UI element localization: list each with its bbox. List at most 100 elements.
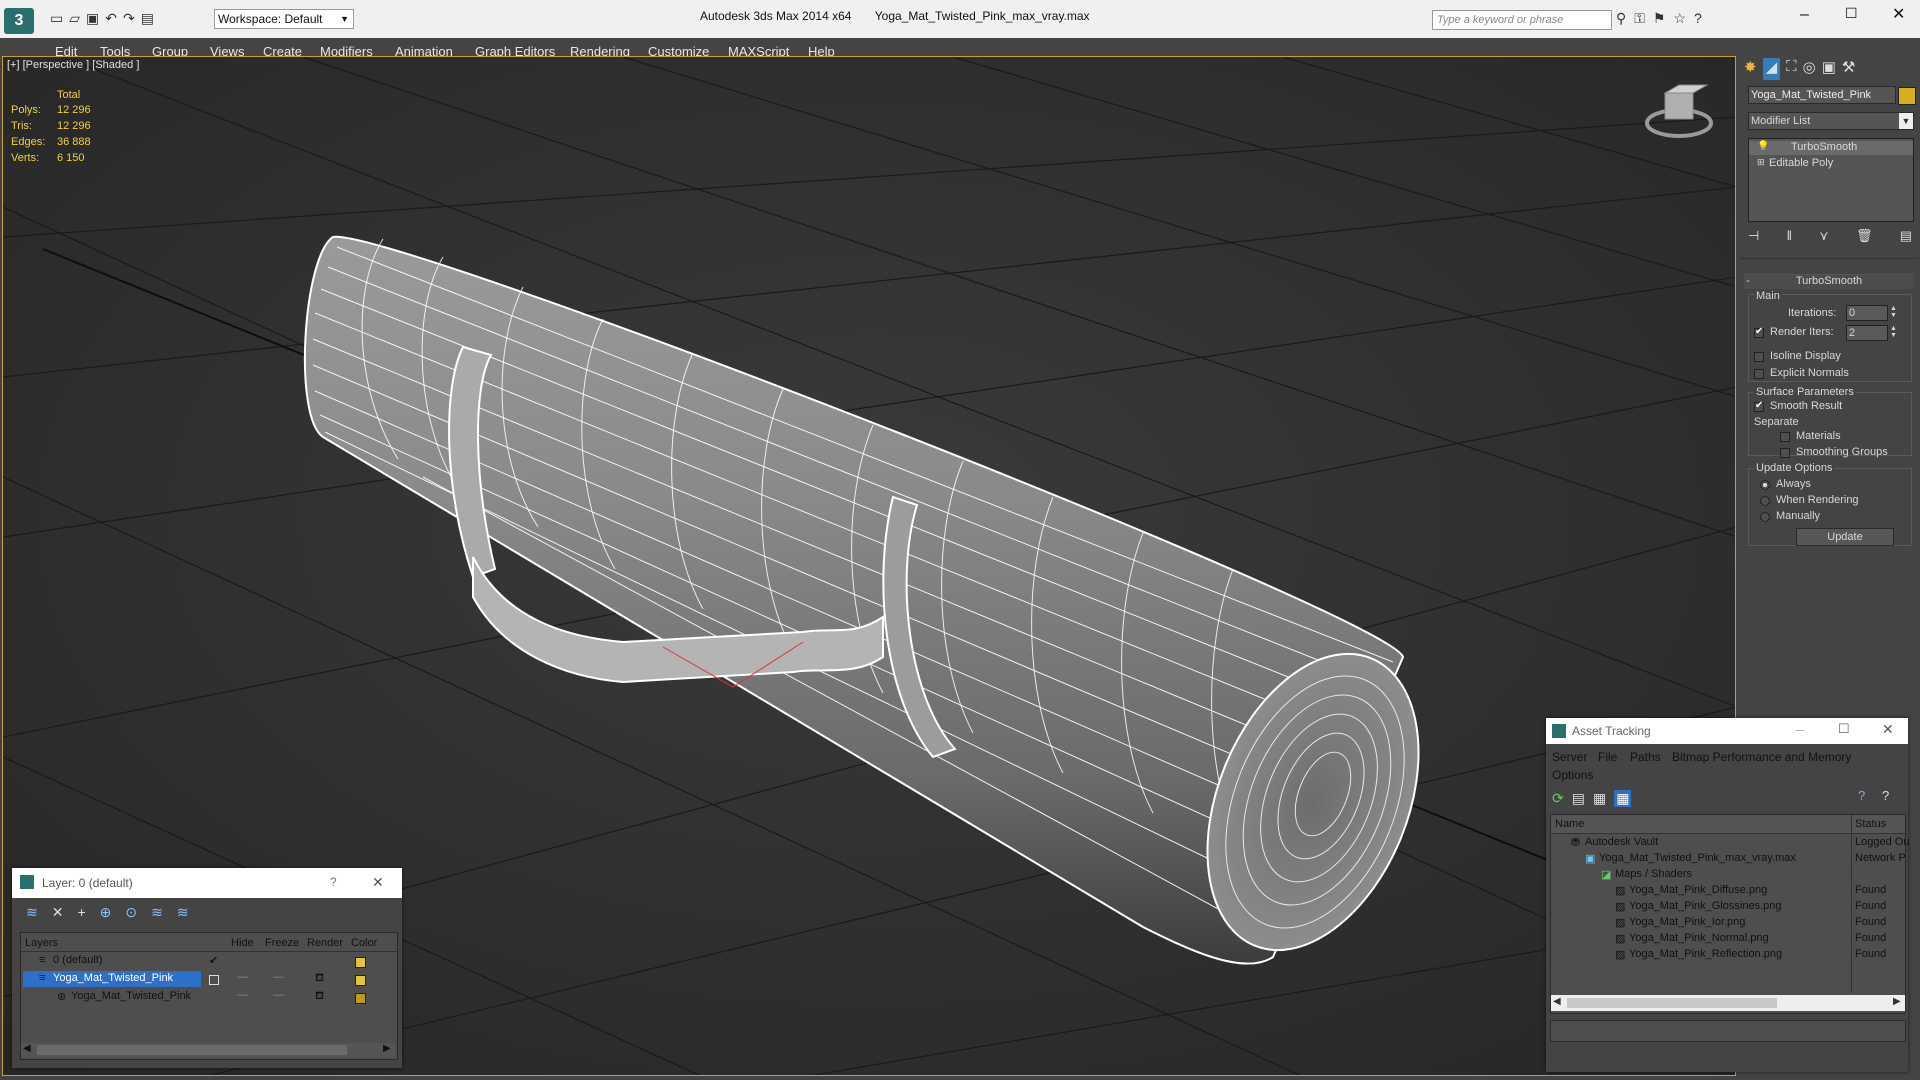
menu-file[interactable]: File <box>1598 750 1617 764</box>
column-name[interactable]: Name <box>1555 818 1584 830</box>
render-iters-spinner[interactable]: 2 <box>1846 325 1888 341</box>
menu-paths[interactable]: Paths <box>1630 750 1661 764</box>
hide-toggle[interactable]: — <box>237 989 248 1001</box>
smooth-result-checkbox[interactable] <box>1754 400 1764 412</box>
tree-view-icon[interactable]: ▦ <box>1593 790 1606 807</box>
remove-modifier-icon[interactable]: 🗑 <box>1856 228 1873 248</box>
render-teapot-icon[interactable]: ⛾ <box>315 972 324 986</box>
materials-checkbox[interactable] <box>1780 432 1790 442</box>
scroll-thumb[interactable] <box>37 1045 347 1055</box>
table-row[interactable]: ▣ Yoga_Mat_Twisted_Pink_max_vray.max Net… <box>1551 851 1906 867</box>
column-layers[interactable]: Layers <box>25 937 58 949</box>
column-status[interactable]: Status <box>1855 818 1886 830</box>
spinner-arrows[interactable]: ▲ ▼ <box>1890 305 1897 319</box>
favorites-icon[interactable]: ☆ <box>1673 10 1686 27</box>
column-hide[interactable]: Hide <box>231 937 254 949</box>
close-button[interactable]: ✕ <box>1882 721 1894 738</box>
subscription-icon[interactable]: ⚿ <box>1634 10 1645 27</box>
update-button[interactable]: Update <box>1796 528 1894 546</box>
object-name-field[interactable]: Yoga_Mat_Twisted_Pink <box>1748 86 1896 104</box>
horizontal-scrollbar[interactable]: ◀ ▶ <box>21 1043 395 1057</box>
open-file-icon[interactable]: ▱ <box>69 10 80 28</box>
menu-options[interactable]: Options <box>1552 768 1593 782</box>
table-row[interactable]: ≡ Yoga_Mat_Twisted_Pink — — ⛾ <box>23 971 395 988</box>
layers-icon[interactable]: ≋ <box>26 904 38 921</box>
expand-icon[interactable]: ⊞ <box>1757 157 1765 168</box>
rollout-header-turbosmooth[interactable]: - TurboSmooth <box>1744 274 1914 289</box>
asset-path-field[interactable] <box>1550 1020 1906 1042</box>
layer-color-swatch[interactable] <box>355 957 366 968</box>
table-row[interactable]: ▨ Yoga_Mat_Pink_Diffuse.png Found <box>1551 883 1905 899</box>
help-icon[interactable]: ? <box>1694 10 1702 27</box>
scroll-right-icon[interactable]: ▶ <box>1893 996 1901 1007</box>
show-end-result-icon[interactable]: ‖ <box>1787 228 1792 248</box>
new-file-icon[interactable]: ▭ <box>50 10 63 28</box>
table-row[interactable]: ▨ Yoga_Mat_Pink_Reflection.png Found <box>1551 947 1905 963</box>
app-logo[interactable]: 3 <box>4 8 34 34</box>
smoothing-groups-checkbox[interactable] <box>1780 448 1790 458</box>
layer-color-swatch[interactable] <box>355 993 366 1004</box>
table-row[interactable]: ▨ Yoga_Mat_Pink_Normal.png Found <box>1551 931 1905 947</box>
maximize-button[interactable]: ☐ <box>1845 5 1858 22</box>
add-selection-icon[interactable]: ⊕ <box>100 904 112 921</box>
minimize-button[interactable]: – <box>1796 721 1804 737</box>
help-icon[interactable]: ? <box>1858 788 1865 803</box>
set-current-box[interactable] <box>209 975 219 985</box>
horizontal-scrollbar[interactable]: ◀ ▶ <box>1551 995 1905 1011</box>
render-teapot-icon[interactable]: ⛾ <box>315 990 324 1004</box>
menu-bitmap-performance[interactable]: Bitmap Performance and Memory <box>1672 750 1851 764</box>
communication-icon[interactable]: ⚑ <box>1653 10 1666 27</box>
display-tab-icon[interactable]: ▣ <box>1822 58 1836 80</box>
motion-tab-icon[interactable]: ◎ <box>1803 58 1816 80</box>
table-row[interactable]: ⊛ Yoga_Mat_Twisted_Pink — — ⛾ <box>23 989 395 1006</box>
help-browser-icon[interactable]: ? <box>1882 788 1889 803</box>
add-layer-icon[interactable]: + <box>77 904 85 921</box>
table-row[interactable]: ⛃ Autodesk Vault Logged Ou <box>1551 835 1909 851</box>
freeze-toggle[interactable]: — <box>273 971 284 983</box>
minimize-button[interactable]: – <box>1800 6 1809 24</box>
save-icon[interactable]: ▣ <box>86 10 99 28</box>
close-button[interactable]: ✕ <box>1892 4 1905 24</box>
stack-item-turbosmooth[interactable]: 💡 TurboSmooth <box>1749 141 1913 155</box>
undo-icon[interactable]: ↶ <box>105 10 117 28</box>
freeze-toggle[interactable]: — <box>273 989 284 1001</box>
column-render[interactable]: Render <box>307 937 343 949</box>
modifier-list-dropdown[interactable]: Modifier List ▼ <box>1748 112 1914 130</box>
maximize-button[interactable]: ☐ <box>1838 721 1850 737</box>
delete-layer-icon[interactable]: ✕ <box>52 904 64 921</box>
refresh-icon[interactable]: ⟳ <box>1552 790 1564 807</box>
when-rendering-radio[interactable] <box>1760 496 1770 506</box>
explicit-normals-checkbox[interactable] <box>1754 369 1764 379</box>
utilities-tab-icon[interactable]: ⚒ <box>1842 58 1855 80</box>
modify-tab-icon[interactable]: ◢ <box>1762 58 1781 80</box>
pin-stack-icon[interactable]: ⊣ <box>1748 228 1759 248</box>
viewport-label[interactable]: [+] [Perspective ] [Shaded ] <box>7 59 139 71</box>
list-view-icon[interactable]: ▤ <box>1572 790 1585 807</box>
menu-server[interactable]: Server <box>1552 750 1587 764</box>
layer-color-swatch[interactable] <box>355 975 366 986</box>
always-radio[interactable] <box>1760 480 1770 490</box>
create-tab-icon[interactable]: ✸ <box>1744 58 1757 80</box>
column-color[interactable]: Color <box>351 937 377 949</box>
table-row[interactable]: ▨ Yoga_Mat_Pink_Glossines.png Found <box>1551 899 1905 915</box>
iterations-spinner[interactable]: 0 <box>1846 305 1888 321</box>
table-row[interactable]: ≡ 0 (default) ✔ <box>23 953 395 970</box>
render-iters-checkbox[interactable] <box>1754 326 1764 338</box>
close-icon[interactable]: ✕ <box>372 874 384 891</box>
scroll-thumb[interactable] <box>1567 998 1777 1008</box>
binoculars-icon[interactable]: ⚲ <box>1616 10 1626 27</box>
active-layer-check-icon[interactable]: ✔ <box>209 954 218 967</box>
hold-icon[interactable]: ▤ <box>141 10 154 28</box>
scroll-left-icon[interactable]: ◀ <box>1553 996 1561 1007</box>
column-freeze[interactable]: Freeze <box>265 937 299 949</box>
table-view-icon[interactable]: ▦ <box>1614 790 1632 807</box>
table-row[interactable]: ◪ Maps / Shaders <box>1551 867 1905 883</box>
lightbulb-icon[interactable]: 💡 <box>1757 141 1769 152</box>
scroll-right-icon[interactable]: ▶ <box>383 1043 391 1054</box>
hide-toggle[interactable]: — <box>237 971 248 983</box>
isoline-display-checkbox[interactable] <box>1754 352 1764 362</box>
highlight-layer-icon[interactable]: ≋ <box>151 904 163 921</box>
configure-sets-icon[interactable]: ▤ <box>1900 228 1912 248</box>
search-input[interactable]: Type a keyword or phrase <box>1432 10 1612 30</box>
hierarchy-tab-icon[interactable]: ⛶ <box>1786 58 1797 80</box>
